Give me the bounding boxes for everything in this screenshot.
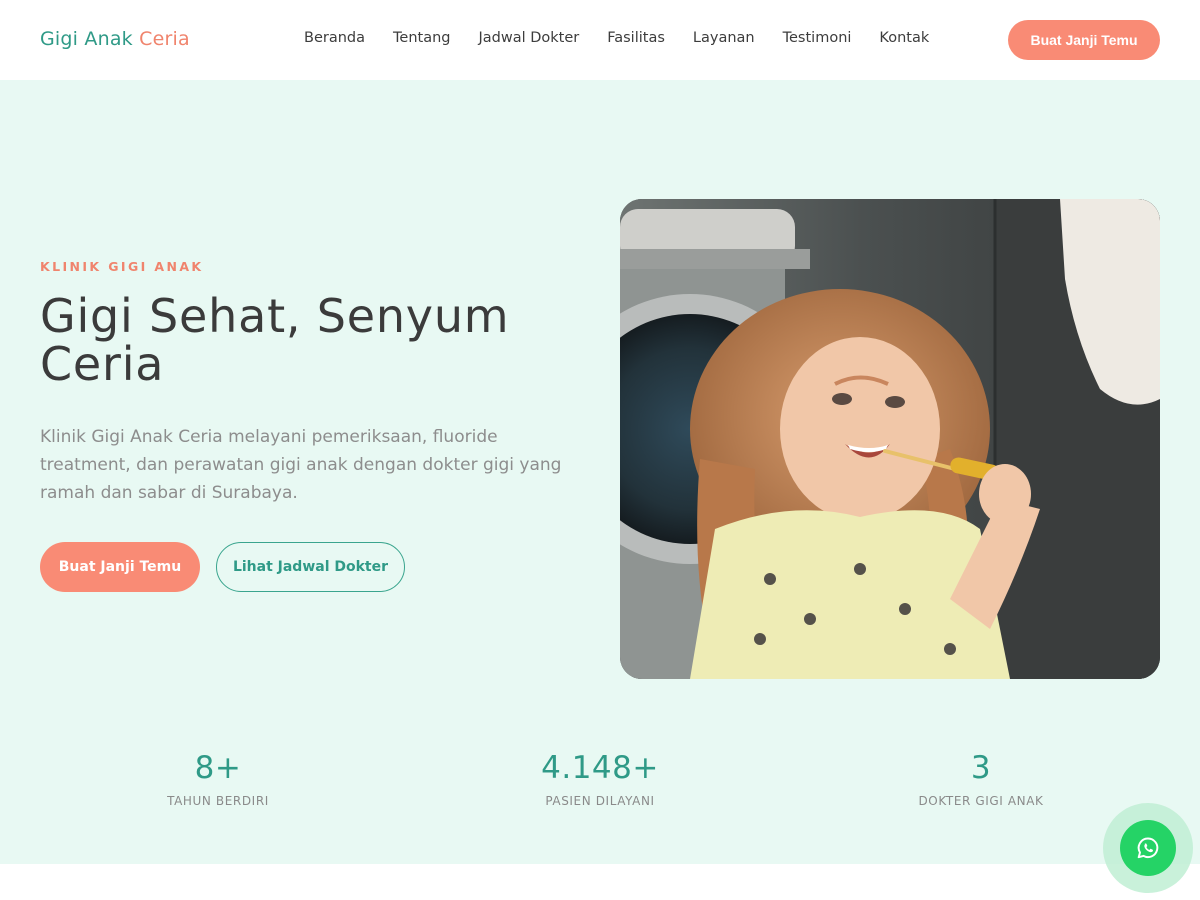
stat-doctors-value: 3 — [970, 750, 992, 786]
stat-years-label: TAHUN BERDIRI — [167, 794, 269, 808]
whatsapp-icon — [1137, 837, 1159, 859]
nav-item-tentang[interactable]: Tentang — [393, 30, 450, 46]
brand-logo[interactable]: Gigi Anak Ceria — [40, 28, 190, 50]
nav-item-beranda[interactable]: Beranda — [304, 30, 365, 46]
hero-description: Klinik Gigi Anak Ceria melayani pemeriks… — [40, 427, 562, 503]
stat-patients-value: 4.148+ — [541, 750, 659, 786]
nav-item-testimoni[interactable]: Testimoni — [783, 30, 852, 46]
hero-title: Gigi Sehat, Senyum Ceria — [40, 289, 510, 391]
brand-name-part1: Gigi Anak — [40, 28, 133, 50]
stat-patients: 4.148+ PASIEN DILAYANI — [450, 750, 750, 808]
whatsapp-button[interactable] — [1120, 820, 1176, 876]
stat-years-value: 8+ — [194, 750, 242, 786]
hero-appointment-button[interactable]: Buat Janji Temu — [40, 542, 200, 592]
nav-item-layanan[interactable]: Layanan — [693, 30, 755, 46]
nav-item-fasilitas[interactable]: Fasilitas — [607, 30, 665, 46]
brand-name-part2: Ceria — [139, 28, 190, 50]
main-menu: Beranda Tentang Jadwal Dokter Fasilitas … — [304, 30, 929, 46]
hero-schedule-button[interactable]: Lihat Jadwal Dokter — [216, 542, 405, 592]
nav-item-kontak[interactable]: Kontak — [879, 30, 929, 46]
stat-patients-label: PASIEN DILAYANI — [545, 794, 655, 808]
child-brushing-teeth-photo — [620, 199, 1160, 679]
stat-doctors: 3 DOKTER GIGI ANAK — [831, 750, 1131, 808]
nav-appointment-button[interactable]: Buat Janji Temu — [1008, 20, 1160, 60]
stat-years: 8+ TAHUN BERDIRI — [68, 750, 368, 808]
hero-section: KLINIK GIGI ANAK Gigi Sehat, Senyum Ceri… — [0, 80, 1200, 864]
hero-eyebrow: KLINIK GIGI ANAK — [40, 259, 204, 274]
navbar: Gigi Anak Ceria Beranda Tentang Jadwal D… — [0, 0, 1200, 80]
hero-photo — [620, 199, 1160, 679]
nav-item-jadwal-dokter[interactable]: Jadwal Dokter — [478, 30, 579, 46]
stat-doctors-label: DOKTER GIGI ANAK — [918, 794, 1044, 808]
